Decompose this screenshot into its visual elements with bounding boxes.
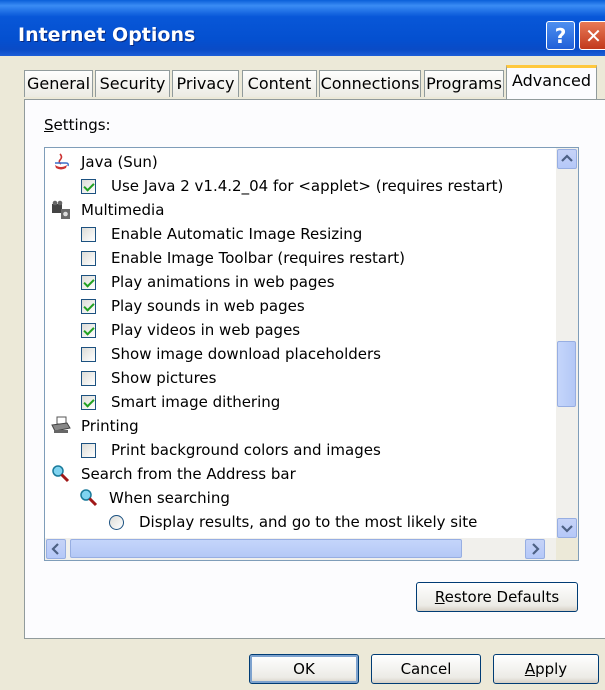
checkbox[interactable]: [81, 371, 96, 386]
tab-programs[interactable]: Programs: [424, 70, 504, 97]
tab-advanced[interactable]: Advanced: [506, 65, 597, 99]
tab-content[interactable]: Content: [242, 70, 317, 97]
setting-label: Play animations in web pages: [111, 273, 335, 291]
checkbox[interactable]: [81, 179, 96, 194]
tab-privacy[interactable]: Privacy: [172, 70, 239, 97]
checkbox[interactable]: [81, 347, 96, 362]
checkbox[interactable]: [81, 275, 96, 290]
group-label: Printing: [81, 417, 139, 435]
group-label: Java (Sun): [81, 153, 158, 171]
chevron-right-icon: [532, 543, 540, 555]
tab-security[interactable]: Security: [95, 70, 170, 97]
group-label: When searching: [109, 489, 230, 507]
checkbox[interactable]: [81, 323, 96, 338]
radio-button[interactable]: [109, 515, 124, 530]
setting-label: Play sounds in web pages: [111, 297, 305, 315]
settings-list[interactable]: Java (Sun) Use Java 2 v1.4.2_04 for <app…: [44, 147, 579, 561]
close-button[interactable]: ✕: [579, 21, 605, 50]
checkbox[interactable]: [81, 299, 96, 314]
chevron-down-icon: [561, 525, 573, 533]
setting-label: Play videos in web pages: [111, 321, 301, 339]
horizontal-scrollbar[interactable]: [45, 538, 557, 560]
chevron-up-icon: [561, 154, 573, 162]
settings-label: Settings:: [44, 116, 111, 134]
scrollbar-corner: [556, 538, 578, 560]
search-icon: [80, 489, 98, 507]
window-title: Internet Options: [18, 24, 196, 46]
restore-defaults-button[interactable]: Restore Defaults: [416, 582, 578, 612]
group-label: Search from the Address bar: [81, 465, 296, 483]
setting-label: Show pictures: [111, 369, 217, 387]
ok-button[interactable]: OK: [249, 654, 359, 684]
scroll-left-button[interactable]: [46, 539, 66, 559]
search-icon: [52, 465, 70, 483]
printer-icon: [51, 416, 71, 433]
setting-label: Enable Automatic Image Resizing: [111, 225, 363, 243]
tab-strip: General Security Privacy Content Connect…: [24, 65, 605, 100]
setting-label: Smart image dithering: [111, 393, 281, 411]
checkbox[interactable]: [81, 227, 96, 242]
help-button[interactable]: ?: [546, 21, 575, 50]
scroll-up-button[interactable]: [557, 149, 577, 169]
tab-connections[interactable]: Connections: [319, 70, 421, 97]
tab-general[interactable]: General: [24, 70, 93, 97]
setting-label: Print background colors and images: [111, 441, 381, 459]
internet-options-window: Internet Options ? ✕ General Security Pr…: [0, 0, 605, 690]
checkbox[interactable]: [81, 395, 96, 410]
checkbox[interactable]: [81, 251, 96, 266]
vertical-scrollbar[interactable]: [556, 148, 578, 540]
scroll-down-button[interactable]: [557, 518, 577, 538]
title-bar[interactable]: Internet Options ? ✕: [0, 0, 605, 56]
setting-label: Display results, and go to the most like…: [139, 513, 478, 531]
setting-label: Show image download placeholders: [111, 345, 381, 363]
apply-button[interactable]: Apply: [493, 654, 599, 684]
scroll-thumb[interactable]: [557, 341, 576, 407]
setting-label: Use Java 2 v1.4.2_04 for <applet> (requi…: [111, 177, 504, 195]
scroll-right-button[interactable]: [525, 539, 545, 559]
java-icon: [55, 153, 69, 170]
setting-label: Enable Image Toolbar (requires restart): [111, 249, 406, 267]
group-label: Multimedia: [81, 201, 165, 219]
cancel-button[interactable]: Cancel: [371, 654, 481, 684]
horizontal-scroll-thumb[interactable]: [70, 539, 462, 558]
checkbox[interactable]: [81, 443, 96, 458]
chevron-left-icon: [51, 543, 59, 555]
multimedia-icon: [52, 200, 70, 219]
